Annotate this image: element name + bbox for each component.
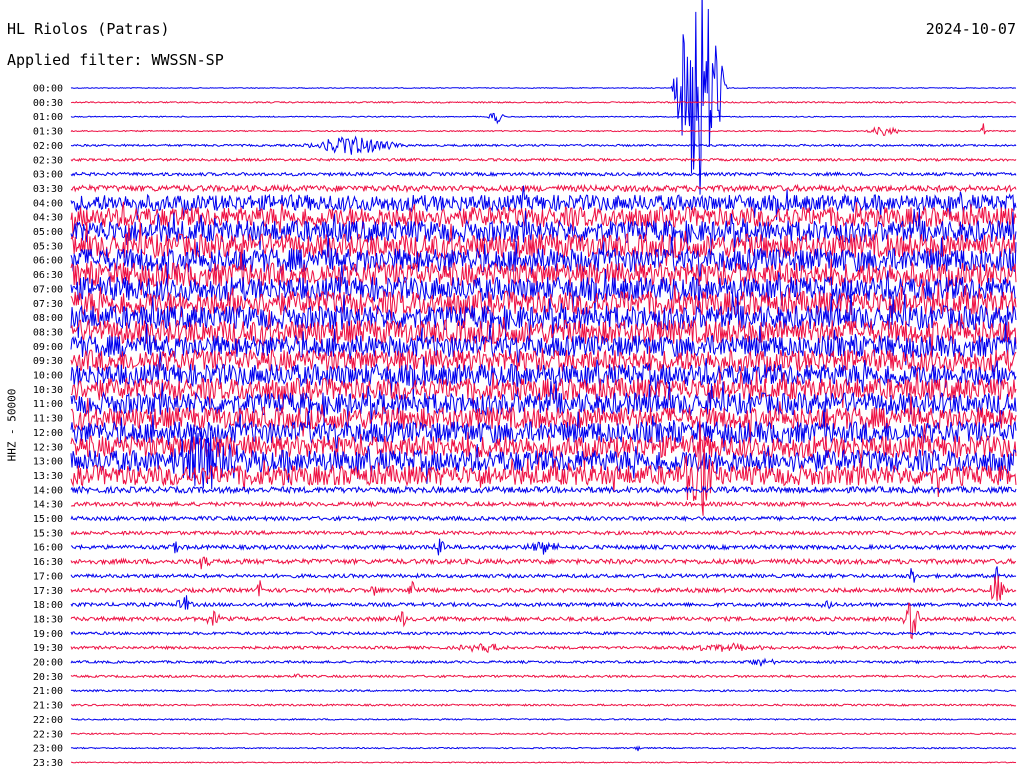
- trace-1630: [70, 556, 1017, 570]
- trace-2200: [70, 717, 1017, 721]
- time-tick-label: 02:30: [33, 155, 63, 166]
- trace-2230: [70, 732, 1017, 736]
- time-tick-label: 07:00: [33, 284, 63, 295]
- time-tick-label: 03:00: [33, 170, 63, 181]
- trace-1400: [70, 484, 1017, 495]
- trace-1600: [70, 538, 1017, 556]
- time-tick-label: 08:00: [33, 313, 63, 324]
- seismogram-plot: 00:00 00:30 01:00 01:30 02:00 02:30 03:00 03:30…: [33, 0, 1017, 769]
- time-tick-label: 15:00: [33, 514, 63, 525]
- trace-1900: [70, 630, 1017, 636]
- time-tick-label: 18:00: [33, 600, 63, 611]
- time-tick-label: 06:30: [33, 270, 63, 281]
- time-tick-label: 14:00: [33, 485, 63, 496]
- trace-1530: [70, 529, 1017, 537]
- trace-0430: [70, 201, 1017, 238]
- time-tick-label: 07:30: [33, 299, 63, 310]
- time-tick-label: 13:30: [33, 471, 63, 482]
- trace-1930: [70, 642, 1017, 654]
- trace-1800: [70, 595, 1017, 610]
- trace-2130: [70, 703, 1017, 707]
- time-tick-label: 04:00: [33, 198, 63, 209]
- trace-1430: [70, 500, 1017, 508]
- time-tick-label: 11:30: [33, 414, 63, 425]
- trace-2300: [70, 745, 1017, 752]
- time-tick-label: 10:00: [33, 371, 63, 382]
- time-tick-label: 04:30: [33, 213, 63, 224]
- time-tick-label: 17:00: [33, 571, 63, 582]
- time-tick-label: 08:30: [33, 327, 63, 338]
- time-tick-label: 10:30: [33, 385, 63, 396]
- time-tick-label: 01:30: [33, 127, 63, 138]
- trace-0230: [70, 157, 1017, 163]
- time-tick-label: 22:00: [33, 715, 63, 726]
- trace-1730: [70, 575, 1017, 602]
- time-tick-label: 16:30: [33, 557, 63, 568]
- time-tick-label: 23:00: [33, 744, 63, 755]
- trace-0300: [70, 171, 1017, 178]
- time-tick-label: 01:00: [33, 112, 63, 123]
- trace-0100: [70, 112, 1017, 125]
- time-tick-label: 03:30: [33, 184, 63, 195]
- time-tick-label: 20:30: [33, 672, 63, 683]
- trace-0200: [70, 135, 1017, 155]
- time-tick-label: 21:00: [33, 686, 63, 697]
- trace-1500: [70, 514, 1017, 523]
- time-tick-label: 21:30: [33, 701, 63, 712]
- time-tick-label: 12:30: [33, 442, 63, 453]
- trace-0000: [70, 0, 1017, 195]
- time-tick-label: 06:00: [33, 256, 63, 267]
- time-tick-label: 12:00: [33, 428, 63, 439]
- trace-2030: [70, 673, 1017, 679]
- time-tick-label: 15:30: [33, 528, 63, 539]
- trace-2000: [70, 657, 1017, 667]
- trace-2100: [70, 688, 1017, 693]
- time-tick-label: 05:00: [33, 227, 63, 238]
- trace-1700: [70, 566, 1017, 583]
- trace-0130: [70, 123, 1017, 136]
- time-tick-label: 00:30: [33, 98, 63, 109]
- time-tick-label: 20:00: [33, 658, 63, 669]
- trace-2330: [70, 761, 1017, 764]
- time-tick-label: 17:30: [33, 586, 63, 597]
- time-tick-label: 00:00: [33, 84, 63, 95]
- time-tick-label: 05:30: [33, 241, 63, 252]
- trace-0600: [70, 234, 1017, 286]
- time-tick-label: 09:00: [33, 342, 63, 353]
- time-tick-label: 19:00: [33, 629, 63, 640]
- trace-0330: [70, 183, 1017, 194]
- time-tick-label: 19:30: [33, 643, 63, 654]
- time-tick-label: 11:00: [33, 399, 63, 410]
- time-tick-label: 16:00: [33, 543, 63, 554]
- time-tick-label: 18:30: [33, 614, 63, 625]
- time-tick-label: 13:00: [33, 457, 63, 468]
- time-tick-label: 14:30: [33, 500, 63, 511]
- trace-0030: [70, 100, 1016, 104]
- time-tick-label: 23:30: [33, 758, 63, 769]
- time-tick-label: 09:30: [33, 356, 63, 367]
- time-tick-label: 02:00: [33, 141, 63, 152]
- time-tick-label: 22:30: [33, 729, 63, 740]
